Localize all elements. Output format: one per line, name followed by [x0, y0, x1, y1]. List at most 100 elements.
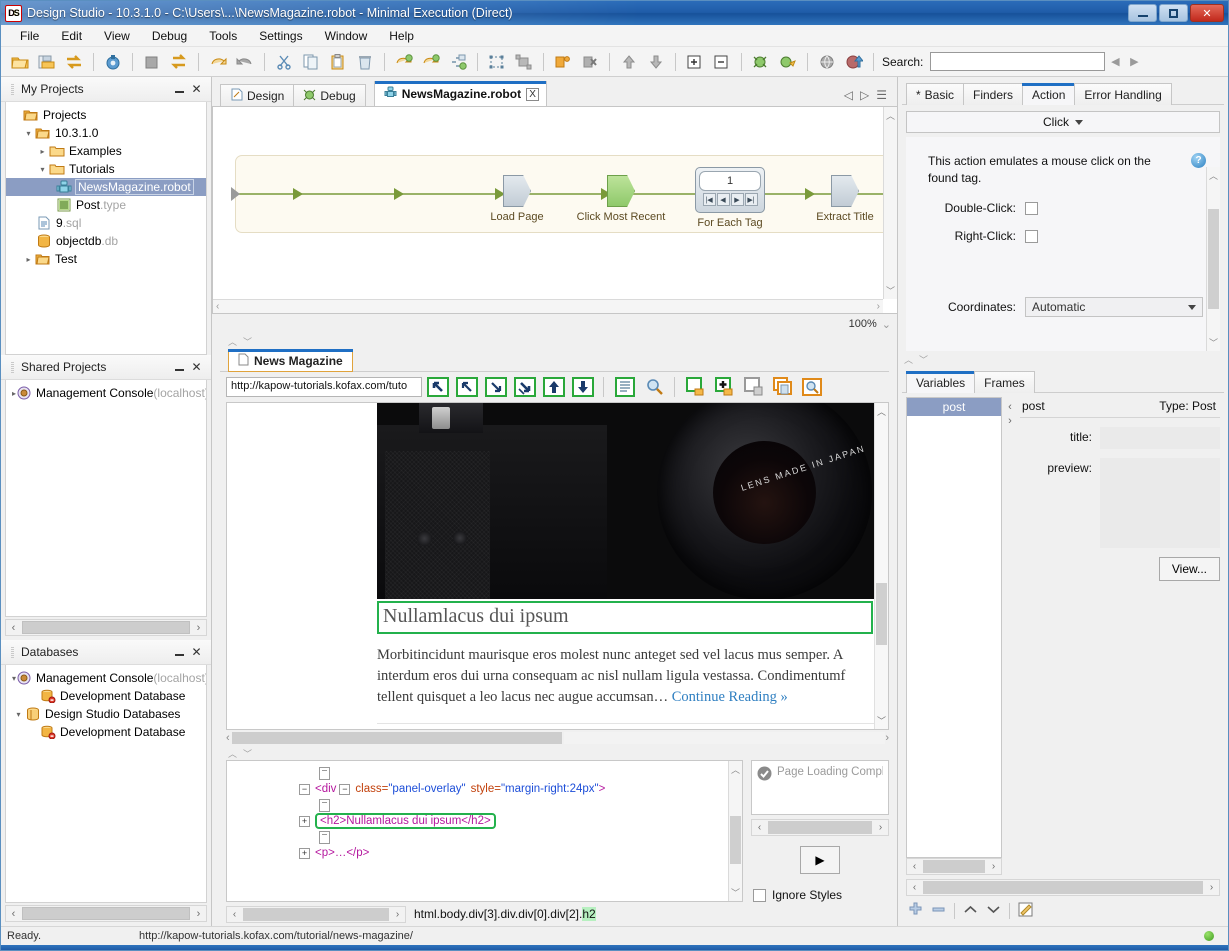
menu-debug[interactable]: Debug: [141, 26, 198, 46]
scroll-thumb[interactable]: [768, 821, 872, 834]
scroll-right-icon[interactable]: ›: [191, 622, 206, 634]
right-click-checkbox[interactable]: [1025, 230, 1038, 243]
double-click-checkbox[interactable]: [1025, 202, 1038, 215]
tree-row-db-management-console[interactable]: ▾ Management Console (localhost): [6, 669, 206, 687]
tab-error-handling[interactable]: Error Handling: [1074, 83, 1171, 105]
find-icon[interactable]: [640, 375, 667, 399]
tree-row-design-studio-databases[interactable]: ▾ Design Studio Databases: [6, 705, 206, 723]
tree-row-development-database-2[interactable]: Development Database: [6, 723, 206, 741]
loop-prev-icon[interactable]: ◀: [717, 193, 730, 206]
action-vscrollbar[interactable]: ︿ ﹀: [1206, 167, 1220, 351]
scroll-down-icon[interactable]: ﹀: [731, 886, 740, 899]
insert-step-after-icon[interactable]: [418, 50, 444, 74]
collapse-down-icon[interactable]: ﹀: [919, 353, 928, 366]
dom-selected-node[interactable]: <h2>Nullamlacus dui ipsum</h2>: [315, 813, 496, 829]
remove-variable-icon[interactable]: [931, 902, 946, 920]
tree-row-objectdb[interactable]: objectdb.db: [6, 232, 206, 250]
insert-branch-icon[interactable]: [445, 50, 471, 74]
scroll-down-icon[interactable]: ﹀: [886, 284, 895, 297]
tab-finders[interactable]: Finders: [963, 83, 1023, 105]
twisty-icon[interactable]: ▾: [22, 129, 35, 138]
scroll-down-icon[interactable]: ﹀: [877, 714, 886, 727]
add-window-icon[interactable]: [711, 375, 738, 399]
view-source-icon[interactable]: [611, 375, 638, 399]
close-button[interactable]: ✕: [1190, 4, 1224, 22]
ignore-styles-row[interactable]: Ignore Styles: [751, 888, 889, 902]
scroll-up-icon[interactable]: ︿: [877, 405, 886, 418]
search-input[interactable]: [930, 52, 1105, 71]
menu-settings[interactable]: Settings: [248, 26, 313, 46]
scroll-track[interactable]: [564, 732, 886, 744]
twisty-icon[interactable]: ▸: [22, 255, 35, 264]
flow-step-click-most-recent[interactable]: Click Most Recent: [571, 175, 671, 223]
variables-bottom-hscrollbar[interactable]: ‹ ›: [906, 879, 1220, 896]
scroll-right-icon[interactable]: ›: [191, 908, 206, 920]
expand-icon[interactable]: +: [299, 816, 310, 827]
loop-first-icon[interactable]: |◀: [703, 193, 716, 206]
maximize-button[interactable]: [1159, 4, 1188, 22]
remove-icon[interactable]: [577, 50, 603, 74]
minimize-panel-icon[interactable]: [171, 360, 188, 375]
field-input-title[interactable]: [1100, 427, 1220, 449]
globe-upload-icon[interactable]: [841, 50, 867, 74]
scroll-right-icon[interactable]: ›: [877, 301, 880, 312]
page-vscrollbar[interactable]: ︿ ﹀: [874, 403, 888, 729]
dom-line-text-node[interactable]: [227, 829, 742, 845]
scroll-thumb[interactable]: [1208, 209, 1219, 309]
tab-basic[interactable]: * Basic: [906, 83, 964, 105]
page-preview[interactable]: LENS MADE IN JAPAN Nullamlacus dui ipsum…: [226, 402, 889, 730]
tab-action[interactable]: Action: [1022, 83, 1075, 105]
execute-step-button[interactable]: ▶: [800, 846, 840, 874]
scroll-left-icon[interactable]: ‹: [752, 822, 767, 833]
scroll-thumb[interactable]: [243, 908, 389, 921]
close-panel-icon[interactable]: ✕: [188, 360, 205, 375]
expand-icon[interactable]: +: [299, 848, 310, 859]
collapse-attrs-icon[interactable]: −: [339, 784, 350, 795]
flow-step-for-each-tag[interactable]: 1 |◀ ◀ ▶ ▶| For Each Tag: [687, 167, 773, 229]
tab-design[interactable]: Design: [220, 84, 294, 106]
page-hscrollbar[interactable]: ‹ ›: [226, 730, 889, 746]
scroll-left-icon[interactable]: ‹: [216, 301, 219, 312]
collapse-down-icon[interactable]: ﹀: [243, 747, 252, 760]
merge-down-icon[interactable]: [643, 50, 669, 74]
tab-debug[interactable]: Debug: [293, 84, 365, 106]
tree-row-post-type[interactable]: Post.type: [6, 196, 206, 214]
scroll-right-icon[interactable]: ›: [390, 909, 405, 920]
move-down-icon[interactable]: [986, 902, 1001, 920]
collapse-all-icon[interactable]: [709, 50, 735, 74]
twisty-icon[interactable]: ▸: [36, 147, 49, 156]
search-prev-button[interactable]: ◀: [1106, 53, 1124, 71]
menu-help[interactable]: Help: [378, 26, 425, 46]
dom-line-text-node[interactable]: [227, 765, 742, 781]
scroll-left-icon[interactable]: ‹: [227, 909, 242, 920]
paste-icon[interactable]: [325, 50, 351, 74]
variables-hscrollbar[interactable]: ‹ ›: [906, 858, 1002, 875]
field-input-preview[interactable]: [1100, 458, 1220, 548]
databases-hscrollbar[interactable]: ‹ ›: [5, 905, 207, 922]
dom-line-div[interactable]: − <div − class="panel-overlay" style="ma…: [227, 781, 742, 797]
dom-line-h2-selected[interactable]: + <h2>Nullamlacus dui ipsum</h2>: [227, 813, 742, 829]
tab-next-icon[interactable]: ▷: [860, 88, 869, 102]
tab-variables[interactable]: Variables: [906, 371, 975, 393]
variable-list-item-post[interactable]: post: [907, 398, 1001, 416]
tab-list-icon[interactable]: ☰: [876, 88, 887, 102]
redo-icon[interactable]: [232, 50, 258, 74]
menu-window[interactable]: Window: [314, 26, 379, 46]
scroll-up-icon[interactable]: ︿: [1209, 169, 1218, 182]
tree-row-management-console[interactable]: ▸ Management Console (localhost): [6, 384, 206, 402]
stop-icon[interactable]: [139, 50, 165, 74]
tree-row-development-database-1[interactable]: Development Database: [6, 687, 206, 705]
minimize-panel-icon[interactable]: [171, 645, 188, 660]
minimize-panel-icon[interactable]: [171, 82, 188, 97]
scroll-thumb[interactable]: [22, 907, 190, 920]
menu-file[interactable]: File: [9, 26, 50, 46]
scroll-left-icon[interactable]: ‹: [226, 732, 230, 744]
select-child-icon[interactable]: [511, 375, 538, 399]
debug-run-icon[interactable]: [775, 50, 801, 74]
flow-step-load-page[interactable]: Load Page: [479, 175, 555, 223]
chevron-right-icon[interactable]: ›: [1008, 415, 1012, 427]
scroll-thumb[interactable]: [232, 732, 562, 744]
move-up-icon[interactable]: [540, 375, 567, 399]
tree-row-examples[interactable]: ▸ Examples: [6, 142, 206, 160]
add-variable-icon[interactable]: [908, 902, 923, 920]
